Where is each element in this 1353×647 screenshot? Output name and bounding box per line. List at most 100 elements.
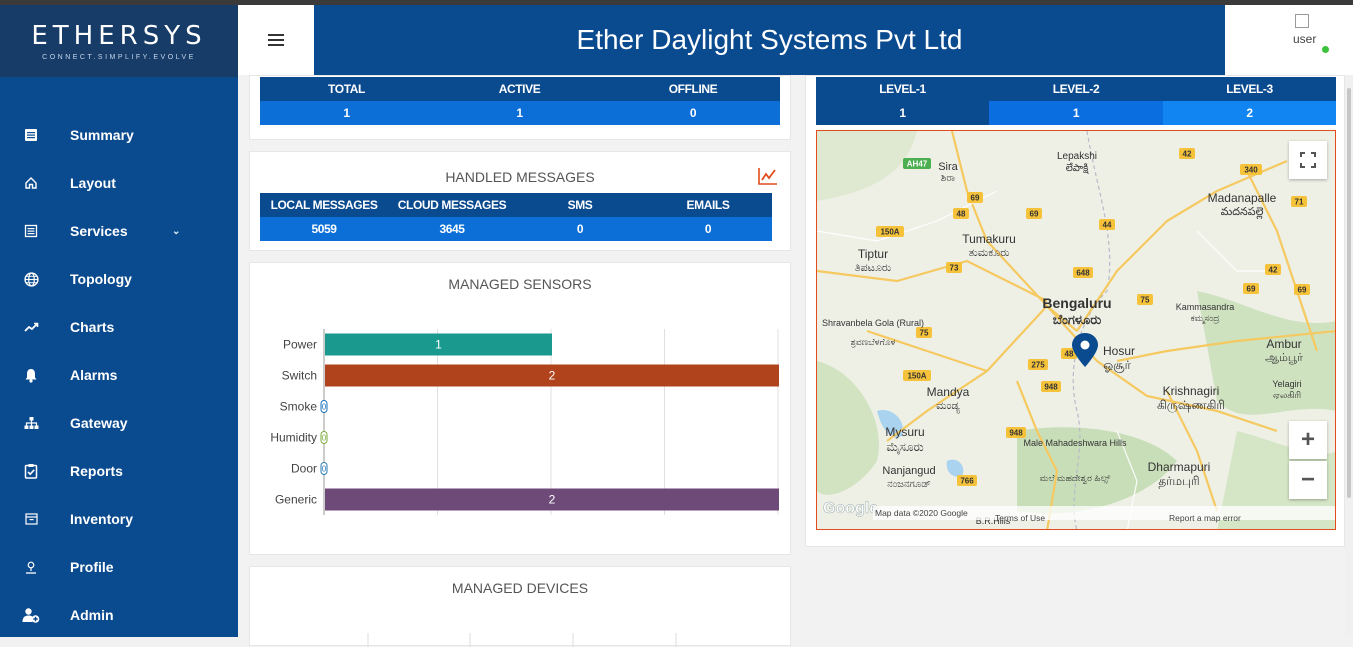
sidebar-item-label: Inventory xyxy=(70,511,134,527)
place-label: ತುಮಕೂರು xyxy=(968,247,1010,259)
place-label: లేపాక్షి xyxy=(1066,162,1089,174)
road-badge: 42 xyxy=(1183,150,1192,159)
map-canvas[interactable]: AH47 42 340 69 48 69 44 71 150A 73 648 4… xyxy=(817,131,1336,530)
fullscreen-button[interactable] xyxy=(1289,141,1327,179)
bar-value-label: 2 xyxy=(549,493,556,507)
sidebar-item-admin[interactable]: Admin xyxy=(0,591,238,639)
road-badge: 340 xyxy=(1244,166,1258,175)
managed-sensors-chart: Power 1 Switch 2 Smoke 0 Humidity 0 Door 0 Generic… xyxy=(270,329,779,515)
total-value: 1 xyxy=(343,106,350,120)
sidebar-item-layout[interactable]: Layout xyxy=(0,159,238,207)
place-label: ಶಿರಾ xyxy=(941,173,956,184)
level-3-header: LEVEL-3 xyxy=(1226,82,1273,96)
place-label: Male Mahadeshwara Hills xyxy=(1023,438,1127,448)
place-label: ಮಂಡ್ಯ xyxy=(936,400,960,413)
sidebar-item-summary[interactable]: Summary xyxy=(0,111,238,159)
road-badge: 44 xyxy=(1103,221,1112,230)
scrollbar-thumb[interactable] xyxy=(1347,88,1351,498)
line-chart-icon[interactable] xyxy=(758,167,778,190)
place-label: Shravanbela Gola (Rural) xyxy=(822,318,924,328)
handled-messages-card: HANDLED MESSAGES LOCAL MESSAGES CLOUD ME… xyxy=(249,151,791,251)
place-label: கிருஷ்ணகிரி xyxy=(1157,398,1225,413)
user-name[interactable]: user xyxy=(1293,32,1316,46)
road-badge: 948 xyxy=(1044,383,1058,392)
user-menu[interactable]: user xyxy=(1225,5,1353,75)
user-icon xyxy=(22,558,40,576)
chevron-down-icon[interactable]: ⌄ xyxy=(172,226,180,237)
road-badge: 48 xyxy=(957,210,966,219)
place-label: ತಿಪಟೂರು xyxy=(855,262,892,274)
road-badge: 73 xyxy=(950,264,959,273)
globe-icon xyxy=(22,270,40,288)
place-label: Nanjangud xyxy=(882,465,935,477)
road-badge: 75 xyxy=(920,329,929,338)
user-add-icon xyxy=(22,606,40,624)
sidebar-item-reports[interactable]: Reports xyxy=(0,447,238,495)
local-messages-header: LOCAL MESSAGES xyxy=(270,198,378,212)
header-bar: Ether Daylight Systems Pvt Ltd xyxy=(314,5,1225,75)
sidebar-item-alarms[interactable]: Alarms xyxy=(0,351,238,399)
place-label: Tiptur xyxy=(858,247,888,261)
road-badge: 648 xyxy=(1076,269,1090,278)
brand-tagline: CONNECT.SIMPLIFY.EVOLVE xyxy=(42,54,196,61)
emails-value: 0 xyxy=(704,222,712,236)
sms-value: 0 xyxy=(576,222,584,236)
trend-icon xyxy=(22,318,40,336)
sidebar-item-label: Layout xyxy=(70,175,116,191)
summary-icon xyxy=(22,126,40,144)
road-badge: 48 xyxy=(1065,350,1074,359)
sidebar-item-charts[interactable]: Charts xyxy=(0,303,238,351)
road-badge: 42 xyxy=(1269,266,1278,275)
user-checkbox[interactable] xyxy=(1295,14,1309,28)
google-logo: Google xyxy=(823,500,878,517)
bar-value-label: 2 xyxy=(549,369,556,383)
brand-logo[interactable]: ETHERSYS CONNECT.SIMPLIFY.EVOLVE xyxy=(0,5,238,77)
hamburger-menu-button[interactable] xyxy=(238,5,314,75)
sidebar-item-profile[interactable]: Profile xyxy=(0,543,238,591)
bell-icon xyxy=(22,366,40,384)
place-label: ನಂಜನಗೂಡ್ xyxy=(887,479,931,490)
place-label: Yelagiri xyxy=(1272,379,1301,389)
place-label: Mandya xyxy=(927,385,970,399)
sms-header: SMS xyxy=(567,198,593,212)
road-badge: 766 xyxy=(960,477,974,486)
zoom-in-button[interactable]: + xyxy=(1289,421,1327,459)
sidebar-item-inventory[interactable]: Inventory xyxy=(0,495,238,543)
place-label: ಮೈಸೂರು xyxy=(886,440,924,455)
bar-value-label: 0 xyxy=(322,403,327,412)
offline-header: OFFLINE xyxy=(668,82,718,96)
place-label: ஏலகிரி xyxy=(1273,390,1301,400)
place-label: మదనపల్లె xyxy=(1221,206,1264,220)
place-label: ஓசூர் xyxy=(1103,358,1132,373)
level-1-value: 1 xyxy=(816,101,989,125)
total-header: TOTAL xyxy=(328,82,365,96)
levels-table: LEVEL-1 LEVEL-2 LEVEL-3 1 1 2 xyxy=(816,77,1336,125)
level-3-value: 2 xyxy=(1163,101,1336,125)
place-label: Lepakshi xyxy=(1057,151,1097,162)
sidebar-item-label: Charts xyxy=(70,319,115,335)
location-map[interactable]: AH47 42 340 69 48 69 44 71 150A 73 648 4… xyxy=(816,130,1336,530)
category-label: Generic xyxy=(275,493,317,507)
report-map-error-link[interactable]: Report a map error xyxy=(1169,513,1241,523)
managed-devices-card: MANAGED DEVICES xyxy=(249,566,791,647)
category-label: Humidity xyxy=(270,431,317,445)
road-badge: 71 xyxy=(1295,198,1304,207)
sidebar-item-label: Gateway xyxy=(70,415,128,431)
category-label: Smoke xyxy=(280,400,318,414)
road-badge: 150A xyxy=(907,372,926,381)
place-label: Tumakuru xyxy=(962,232,1016,246)
zoom-out-button[interactable]: − xyxy=(1289,461,1327,499)
sidebar-item-gateway[interactable]: Gateway xyxy=(0,399,238,447)
emails-header: EMAILS xyxy=(686,198,730,212)
active-header: ACTIVE xyxy=(498,82,541,96)
category-label: Door xyxy=(291,462,317,476)
terms-of-use-link[interactable]: Terms of Use xyxy=(995,513,1045,523)
map-data-credit: Map data ©2020 Google xyxy=(875,508,968,518)
sidebar-item-services[interactable]: Services ⌄ xyxy=(0,207,238,255)
sidebar-nav: Summary Layout Services ⌄ Topology Chart… xyxy=(0,111,238,639)
bar-value-label: 0 xyxy=(322,434,327,443)
road-badge: 69 xyxy=(1247,285,1256,294)
sidebar-item-topology[interactable]: Topology xyxy=(0,255,238,303)
offline-value: 0 xyxy=(689,106,697,120)
page-title: Ether Daylight Systems Pvt Ltd xyxy=(576,24,963,55)
